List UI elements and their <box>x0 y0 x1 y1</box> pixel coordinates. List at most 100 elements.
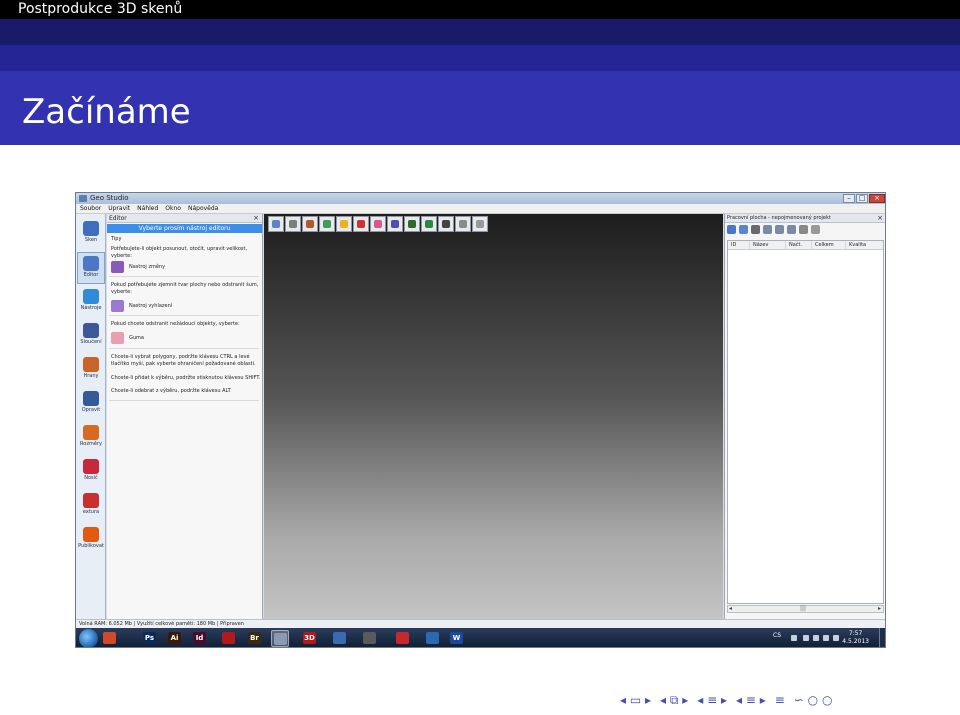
column-header[interactable]: Celkem <box>812 241 846 249</box>
smooth-tool-button[interactable]: Nastroj vyhlazení <box>111 299 172 313</box>
sphere-button[interactable] <box>387 216 403 232</box>
undo-icon[interactable] <box>763 225 772 234</box>
half-moon-button[interactable] <box>404 216 420 232</box>
tool-rozmery[interactable]: Rozměry <box>77 422 105 454</box>
transform-tool-button[interactable]: Nastroj změny <box>111 260 165 274</box>
start-button-icon[interactable] <box>79 629 98 647</box>
window-title: Geo Studio <box>90 194 129 202</box>
box-outline-button[interactable] <box>455 216 471 232</box>
taskbar-bridge[interactable]: Br <box>246 630 264 647</box>
column-header[interactable]: Kvalita <box>846 241 883 249</box>
eraser-button[interactable] <box>472 216 488 232</box>
nav-subsection-icon[interactable]: ◂ ⧉ ▸ <box>660 693 688 707</box>
header-band-mid <box>0 45 960 71</box>
separator <box>109 400 259 401</box>
show-desktop-button[interactable] <box>879 628 885 647</box>
taskbar-indesign[interactable]: Id <box>191 630 209 647</box>
copy-icon[interactable] <box>799 225 808 234</box>
scroll-thumb-icon[interactable]: ||| <box>800 605 806 612</box>
column-header[interactable]: ID <box>728 241 750 249</box>
menu-upravit[interactable]: Upravit <box>108 204 130 213</box>
sphere-icon <box>391 220 399 228</box>
nav-section-icon[interactable]: ◂ ≡ ▸ <box>697 693 727 707</box>
grid-button[interactable] <box>302 216 318 232</box>
taskbar-word[interactable]: W <box>448 630 466 647</box>
window-controls: – □ × <box>843 194 885 203</box>
taskbar-sketchup[interactable] <box>394 630 412 647</box>
clock[interactable]: 7:57 4.5.2013 <box>842 630 869 646</box>
header-band-dark <box>0 19 960 45</box>
nav-frame-icon[interactable]: ◂ ▭ ▸ <box>620 693 651 707</box>
menu-napoveda[interactable]: Nápověda <box>188 204 218 213</box>
light-button[interactable] <box>336 216 352 232</box>
axis-gizmo-button[interactable] <box>438 216 454 232</box>
taskbar-cinema[interactable] <box>361 630 379 647</box>
menu-nahled[interactable]: Náhled <box>137 204 158 213</box>
menu-okno[interactable]: Okno <box>165 204 181 213</box>
minimize-icon[interactable]: – <box>843 194 855 203</box>
pink-box-button[interactable] <box>370 216 386 232</box>
frame-button[interactable] <box>421 216 437 232</box>
tool-sken[interactable]: Sken <box>77 218 105 250</box>
editor-tool-prompt[interactable]: Vyberte prosím nástroj editoru <box>107 224 262 233</box>
tool-textura[interactable]: extura <box>77 490 105 522</box>
horizontal-scrollbar[interactable]: ◂ ||| ▸ <box>727 605 884 613</box>
tip-remove-selection: Chcete-li odebrat z výběru, podržte kláv… <box>111 388 231 394</box>
scroll-right-icon[interactable]: ▸ <box>878 605 881 612</box>
transform-tool-label: Nastroj změny <box>129 263 166 270</box>
window-titlebar[interactable]: Geo Studio – □ × <box>76 193 885 204</box>
tool-editor[interactable]: Editor <box>77 252 105 284</box>
import-icon[interactable] <box>751 225 760 234</box>
tool-publikovat[interactable]: Publikovat <box>77 524 105 556</box>
red-box-button[interactable] <box>353 216 369 232</box>
taskbar-3d-app[interactable]: 3D <box>301 630 319 647</box>
language-indicator[interactable]: CS <box>773 632 781 639</box>
close-icon[interactable]: × <box>877 214 883 223</box>
taskbar-chrome[interactable] <box>101 630 119 647</box>
open-icon[interactable] <box>727 225 736 234</box>
column-header[interactable]: Název <box>750 241 786 249</box>
taskbar-photoshop[interactable]: Ps <box>141 630 159 647</box>
menu-soubor[interactable]: Soubor <box>80 204 101 213</box>
3d-viewport[interactable] <box>264 214 723 619</box>
taskbar-acrobat[interactable] <box>220 630 238 647</box>
maximize-icon[interactable]: □ <box>856 194 868 203</box>
tool-nosic[interactable]: Nosič <box>77 456 105 488</box>
axes-icon <box>289 220 297 228</box>
battery-icon[interactable] <box>833 635 839 641</box>
tool-nastroje[interactable]: Nástroje <box>77 286 105 318</box>
nav-search-icon[interactable]: ∽ ○ ○ <box>794 693 833 707</box>
project-table[interactable]: ID Název Načt. Celkem Kvalita <box>727 240 884 604</box>
tip-select: Chcete-li vybrat polygony, podržte kláve… <box>111 354 256 367</box>
taskbar-illustrator[interactable]: Ai <box>166 630 184 647</box>
scroll-left-icon[interactable]: ◂ <box>729 605 732 612</box>
tray-flag-icon[interactable] <box>803 635 809 641</box>
save-icon[interactable] <box>739 225 748 234</box>
column-header[interactable]: Načt. <box>786 241 812 249</box>
color-cube-button[interactable] <box>319 216 335 232</box>
redo-icon[interactable] <box>775 225 784 234</box>
tool-hrany[interactable]: Hrany <box>77 354 105 386</box>
taskbar-molecule[interactable] <box>331 630 349 647</box>
studio-icon <box>274 633 287 645</box>
close-icon[interactable]: × <box>253 214 259 223</box>
tips-label: Tipy <box>111 236 122 242</box>
nav-doc-icon[interactable]: ◂ ≡ ▸ <box>736 693 766 707</box>
tool-label: extura <box>82 509 100 515</box>
tool-slouceni[interactable]: Sloučení <box>77 320 105 352</box>
nav-menu-icon[interactable]: ≡ <box>775 693 785 707</box>
taskbar-scanner[interactable] <box>424 630 442 647</box>
tools-icon <box>83 289 99 304</box>
cube-view-button[interactable] <box>268 216 284 232</box>
red-box-icon <box>357 220 365 228</box>
refresh-icon[interactable] <box>787 225 796 234</box>
tray-arrow-icon[interactable] <box>791 635 797 641</box>
eraser-tool-button[interactable]: Guma <box>111 331 144 345</box>
settings-icon[interactable] <box>811 225 820 234</box>
tool-opravit[interactable]: Opravit <box>77 388 105 420</box>
axes-button[interactable] <box>285 216 301 232</box>
taskbar-studio[interactable] <box>271 630 289 647</box>
network-icon[interactable] <box>813 635 819 641</box>
volume-icon[interactable] <box>823 635 829 641</box>
close-icon[interactable]: × <box>869 194 885 203</box>
